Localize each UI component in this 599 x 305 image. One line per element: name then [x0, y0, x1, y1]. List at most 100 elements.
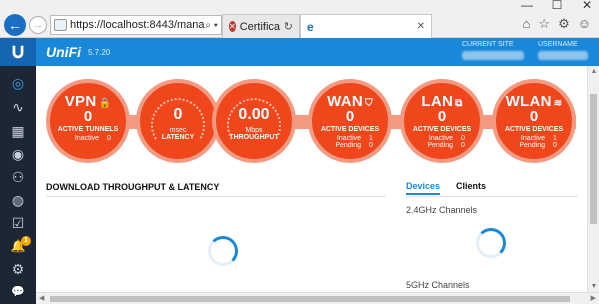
page-icon — [54, 19, 67, 31]
tab-devices[interactable]: Devices — [406, 181, 441, 195]
events-icon: ☑ — [11, 214, 25, 231]
dropdown-icon[interactable]: ▾ — [214, 20, 218, 31]
throughput-circle[interactable]: 0.00 Mbps THROUGHPUT — [212, 79, 296, 163]
main-content: VPN 🔒 0 ACTIVE TUNNELS Inactive 0 0 msec L… — [36, 66, 587, 304]
sidebar-item-settings[interactable]: ⚙ — [0, 258, 36, 280]
insights-icon: ◍ — [11, 191, 25, 208]
scroll-left-arrow-icon[interactable]: ◀ — [39, 293, 44, 305]
settings-gear-icon[interactable]: ⚙ — [558, 16, 570, 32]
certificate-error-icon: ✕ — [229, 21, 236, 32]
latency-circle[interactable]: 0 msec LATENCY — [136, 79, 220, 163]
wlan-inactive-label: Inactive — [520, 135, 546, 142]
sidebar-item-alerts[interactable]: 🔔 1 — [0, 235, 36, 257]
throughput-gauge-icon — [227, 98, 281, 140]
wlan-title: WLAN — [505, 93, 552, 110]
sidebar-item-devices[interactable]: ◉ — [0, 143, 36, 165]
horizontal-scroll-thumb[interactable] — [50, 296, 570, 302]
sidebar-item-dashboard[interactable]: ◎ — [0, 72, 36, 94]
sidebar-item-statistics[interactable]: ∿ — [0, 96, 36, 118]
devices-icon: ◉ — [11, 145, 25, 162]
tab-label: Certificate e... — [239, 20, 280, 33]
device-client-tabs: Devices Clients — [406, 181, 486, 195]
wan-circle[interactable]: WAN ⛉ 0 ACTIVE DEVICES Inactive 1 Pending 0 — [308, 79, 392, 163]
lock-icon: 🔒 — [98, 98, 112, 109]
scroll-right-arrow-icon[interactable]: ▶ — [591, 293, 596, 305]
statistics-icon: ∿ — [12, 98, 24, 115]
favorites-icon[interactable]: ☆ — [538, 16, 550, 32]
current-site-value-redacted — [462, 51, 524, 60]
channels-24ghz-label: 2.4GHz Channels — [406, 205, 478, 215]
browser-chrome: — ☐ ✕ ← → https://localhost:8443/manage/… — [0, 0, 599, 38]
tab-certificate-error[interactable]: ✕ Certificate e... ↻ — [222, 14, 300, 38]
wan-inactive-label: Inactive — [336, 135, 362, 142]
unifi-topbar: UniFi 5.7.20 CURRENT SITE USERNAME — [0, 38, 599, 66]
loading-spinner-icon — [476, 228, 506, 258]
refresh-icon[interactable]: ↻ — [284, 20, 293, 33]
clients-icon: ⚇ — [11, 168, 25, 185]
wlan-circle[interactable]: WLAN ≋ 0 ACTIVE DEVICES Inactive 1 Pending… — [492, 79, 576, 163]
vpn-circle[interactable]: VPN 🔒 0 ACTIVE TUNNELS Inactive 0 — [46, 79, 130, 163]
sidebar-item-map[interactable]: ▦ — [0, 120, 36, 142]
wlan-label: ACTIVE DEVICES — [504, 126, 564, 133]
divider — [46, 196, 386, 197]
username-value-redacted — [538, 51, 588, 60]
url-text[interactable]: https://localhost:8443/manage/s — [70, 19, 205, 31]
home-icon[interactable]: ⌂ — [523, 16, 531, 32]
smiley-icon[interactable]: ☺ — [578, 16, 591, 32]
ie-icon: e — [307, 19, 314, 34]
wan-pending-value: 0 — [369, 142, 373, 149]
scroll-down-arrow-icon[interactable]: ▼ — [588, 283, 599, 290]
wan-label: ACTIVE DEVICES — [320, 126, 380, 133]
shield-icon: ⛉ — [365, 98, 373, 109]
vertical-scroll-thumb[interactable] — [590, 94, 597, 224]
sidebar-item-chat[interactable]: 💬 — [0, 280, 36, 302]
lan-inactive-label: Inactive — [428, 135, 454, 142]
wlan-inactive-value: 1 — [553, 135, 557, 142]
wan-pending-label: Pending — [335, 142, 362, 149]
version-label: 5.7.20 — [88, 48, 111, 57]
lan-label: ACTIVE DEVICES — [412, 126, 472, 133]
settings-icon: ⚙ — [11, 260, 25, 277]
channels-5ghz-label: 5GHz Channels — [406, 280, 470, 290]
horizontal-scrollbar[interactable]: ◀ ▶ — [36, 292, 599, 304]
dashboard-icon: ◎ — [11, 74, 25, 91]
back-button[interactable]: ← — [4, 14, 26, 36]
chat-icon: 💬 — [11, 285, 25, 298]
divider — [406, 196, 578, 197]
map-icon: ▦ — [11, 122, 25, 139]
network-icon: ⧉ — [455, 98, 463, 109]
username[interactable]: USERNAME — [538, 41, 588, 60]
lan-circle[interactable]: LAN ⧉ 0 ACTIVE DEVICES Inactive 0 Pending 0 — [400, 79, 484, 163]
address-bar[interactable]: https://localhost:8443/manage/s ⌕ ▾ — [50, 15, 222, 35]
scroll-up-arrow-icon[interactable]: ▲ — [588, 68, 599, 75]
back-arrow-icon: ← — [8, 17, 22, 33]
lan-pending-label: Pending — [427, 142, 454, 149]
health-overview: VPN 🔒 0 ACTIVE TUNNELS Inactive 0 0 msec L… — [36, 66, 587, 176]
sidebar-item-events[interactable]: ☑ — [0, 212, 36, 234]
sidebar-item-insights[interactable]: ◍ — [0, 189, 36, 211]
minimize-button[interactable]: — — [521, 0, 533, 12]
maximize-button[interactable]: ☐ — [551, 0, 563, 12]
forward-button[interactable]: → — [29, 16, 47, 34]
close-tab-icon[interactable]: ✕ — [417, 21, 425, 32]
tab-active[interactable]: e ✕ — [300, 14, 432, 38]
lan-inactive-value: 0 — [461, 135, 465, 142]
search-icon[interactable]: ⌕ — [205, 20, 211, 31]
unifi-logo-icon[interactable] — [0, 38, 36, 66]
close-window-button[interactable]: ✕ — [581, 0, 593, 12]
username-label: USERNAME — [538, 41, 578, 48]
vertical-scrollbar[interactable]: ▲ ▼ — [587, 66, 599, 292]
sidebar: ◎ ∿ ▦ ◉ ⚇ ◍ ☑ 🔔 1 ⚙ 💬 — [0, 66, 36, 304]
lan-pending-value: 0 — [461, 142, 465, 149]
wifi-icon: ≋ — [553, 98, 563, 109]
wan-inactive-value: 1 — [369, 135, 373, 142]
vpn-label: ACTIVE TUNNELS — [57, 126, 119, 133]
sidebar-item-clients[interactable]: ⚇ — [0, 166, 36, 188]
vpn-value: 0 — [83, 108, 93, 125]
current-site[interactable]: CURRENT SITE — [462, 41, 524, 60]
loading-spinner-icon — [208, 236, 238, 266]
browser-tools: ⌂ ☆ ⚙ ☺ — [523, 16, 591, 32]
alert-count-badge: 1 — [21, 236, 31, 246]
forward-arrow-icon: → — [32, 19, 44, 31]
tab-clients[interactable]: Clients — [456, 181, 486, 195]
